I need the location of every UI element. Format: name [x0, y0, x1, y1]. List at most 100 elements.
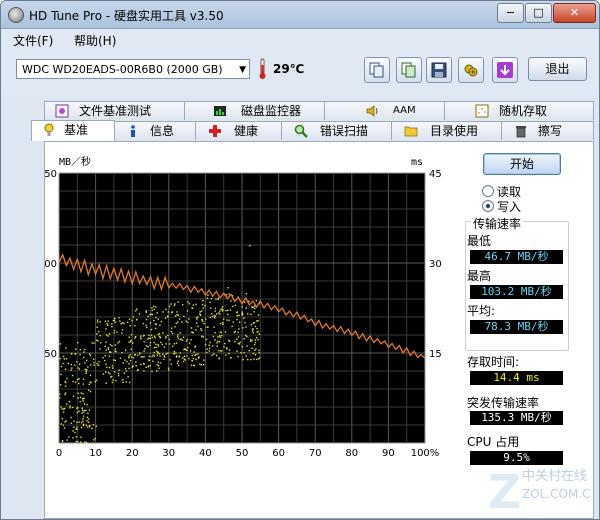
access-time-point: [149, 365, 152, 367]
start-button[interactable]: 开始: [483, 153, 561, 175]
drive-select[interactable]: WDC WD20EADS-00R6B0 (2000 GB) ▼: [16, 59, 250, 79]
access-time-point: [208, 350, 210, 352]
access-time-point: [172, 345, 174, 347]
access-time-point: [64, 393, 66, 396]
close-button[interactable]: ✕: [553, 3, 596, 23]
exit-button[interactable]: 退出: [528, 57, 587, 81]
access-time-point: [135, 365, 137, 367]
min-value: 46.7 MB/秒: [470, 250, 563, 264]
tab-random-access[interactable]: 随机存取: [444, 101, 594, 120]
access-time-point: [65, 347, 67, 349]
access-time-point: [224, 331, 227, 333]
access-time-point: [151, 355, 153, 358]
access-time-point: [232, 321, 234, 323]
access-time-point: [107, 348, 110, 350]
y-right-tick-label: 15: [429, 349, 442, 360]
tab-aam[interactable]: AAM: [324, 101, 446, 120]
access-time-point: [147, 315, 149, 318]
access-time-point: [134, 354, 137, 356]
chevron-down-icon: ▼: [239, 65, 246, 75]
access-time-point: [70, 363, 73, 366]
access-time-point: [174, 315, 177, 317]
access-time-point: [234, 304, 237, 307]
access-time-point: [85, 359, 88, 362]
access-time-point: [151, 309, 153, 312]
access-time-point: [153, 319, 155, 322]
access-time-point: [170, 363, 173, 365]
access-time-point: [241, 311, 243, 313]
tab-disk-monitor[interactable]: 磁盘监控器: [184, 101, 326, 120]
tab-error-scan[interactable]: 错误扫描: [281, 121, 393, 140]
access-time-point: [221, 308, 223, 310]
access-time-point: [105, 349, 107, 351]
access-time-point: [79, 396, 82, 399]
save-button[interactable]: [426, 57, 452, 83]
access-time-point: [140, 337, 142, 340]
access-time-point: [196, 322, 198, 324]
access-time-point: [77, 378, 79, 381]
burst-rate-value: 135.3 MB/秒: [470, 411, 563, 425]
x-tick-label: 90: [382, 448, 395, 459]
access-time-point: [122, 362, 124, 364]
access-time-point: [65, 420, 67, 422]
access-time-point: [111, 381, 114, 384]
access-time-point: [123, 372, 126, 374]
copy-info-button[interactable]: [364, 57, 390, 83]
access-time-point: [113, 332, 115, 334]
access-time-point: [122, 379, 124, 381]
access-time-point: [257, 314, 260, 316]
tab-info[interactable]: 信息: [113, 121, 197, 140]
access-time-point: [200, 364, 203, 366]
menu-help[interactable]: 帮助(H): [74, 32, 116, 49]
benchmark-panel: MB／秒ms1501005045301501020304050607080901…: [44, 141, 594, 519]
access-time-point: [134, 337, 136, 339]
access-time-point: [62, 355, 65, 358]
access-time-point: [140, 363, 142, 366]
access-time-point: [213, 326, 215, 328]
maximize-button[interactable]: □: [525, 3, 552, 23]
access-time-point: [167, 352, 169, 354]
tab-erase[interactable]: 擦写: [501, 121, 594, 140]
access-time-point: [228, 293, 230, 295]
access-time-point: [227, 313, 229, 316]
access-time-point: [75, 440, 77, 443]
access-time-point: [143, 356, 145, 358]
menu-file[interactable]: 文件(F): [13, 32, 53, 49]
copy-screen-button[interactable]: [396, 57, 422, 83]
access-time-point: [74, 381, 77, 383]
access-time-point: [209, 316, 211, 319]
options-button[interactable]: [458, 57, 484, 83]
access-time-point: [130, 334, 133, 336]
tab-health[interactable]: 健康: [195, 121, 283, 140]
access-time-point: [107, 324, 109, 327]
tab-benchmark[interactable]: 基准: [31, 120, 115, 141]
info-icon: [131, 125, 135, 137]
access-time-point: [155, 323, 158, 325]
access-time-point: [237, 331, 239, 333]
access-time-point: [112, 367, 114, 369]
radio-write[interactable]: 写入: [482, 198, 572, 214]
access-time-point: [163, 346, 166, 348]
tab-file-benchmark[interactable]: 文件基准测试: [44, 101, 186, 120]
access-time-point: [145, 324, 147, 327]
access-time-point: [152, 360, 154, 363]
download-button[interactable]: [492, 57, 518, 83]
access-time-point: [121, 332, 123, 334]
access-time-point: [97, 364, 99, 367]
access-time-point: [185, 340, 188, 342]
access-time-point: [228, 340, 231, 342]
access-time-point: [183, 348, 185, 351]
access-time-point: [157, 343, 159, 346]
radio-read[interactable]: 读取: [482, 183, 572, 199]
access-time-point: [214, 307, 217, 310]
access-time-point: [82, 393, 84, 395]
access-time-point: [200, 328, 202, 330]
access-time-point: [107, 320, 109, 322]
access-time-point: [258, 349, 260, 352]
access-time-point: [71, 367, 73, 369]
tab-folder-usage[interactable]: 目录使用: [391, 121, 503, 140]
access-time-point: [206, 351, 208, 354]
access-time-point: [70, 422, 72, 424]
access-time-point: [217, 336, 219, 338]
minimize-button[interactable]: −: [497, 3, 524, 23]
